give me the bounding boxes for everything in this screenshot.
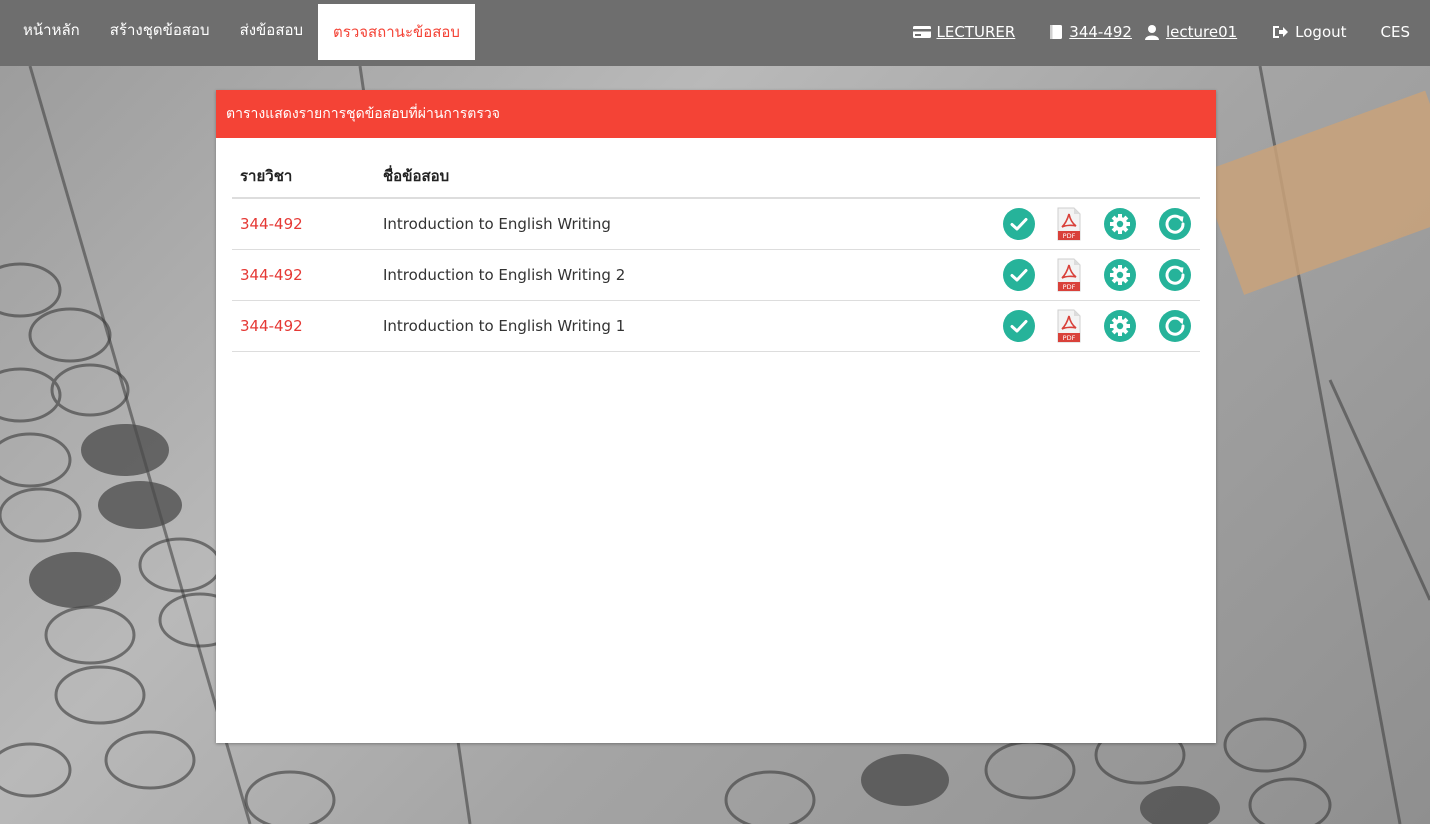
check-circle-icon[interactable]: [1002, 258, 1036, 292]
table-row: 344-492 Introduction to English Writing …: [232, 198, 1200, 250]
exam-name: Introduction to English Writing: [375, 198, 812, 250]
table-row: 344-492 Introduction to English Writing …: [232, 300, 1200, 352]
svg-text:PDF: PDF: [1063, 283, 1076, 291]
row-actions: PDF: [811, 198, 1200, 250]
course-code-link[interactable]: 344-492: [232, 300, 375, 352]
nav-item-create-exam-set[interactable]: สร้างชุดข้อสอบ: [95, 0, 225, 60]
exam-table: รายวิชา ชื่อข้อสอบ 344-492 Introduction …: [232, 154, 1200, 352]
user-icon: [1144, 24, 1160, 40]
svg-text:PDF: PDF: [1063, 334, 1076, 342]
username-label: lecture01: [1165, 23, 1238, 41]
column-header-actions: [811, 154, 1200, 199]
role-link[interactable]: LECTURER: [912, 23, 1016, 41]
pdf-icon[interactable]: PDF: [1056, 309, 1082, 343]
exam-list-card: ตารางแสดงรายการชุดข้อสอบที่ผ่านการตรวจ ร…: [216, 90, 1216, 743]
gear-icon[interactable]: [1103, 258, 1137, 292]
exam-name: Introduction to English Writing 2: [375, 249, 812, 301]
main-nav: หน้าหลัก สร้างชุดข้อสอบ ส่งข้อสอบ ตรวจสถ…: [8, 0, 475, 60]
logout-link[interactable]: Logout: [1271, 23, 1347, 41]
logout-label: Logout: [1295, 23, 1347, 41]
brand-link[interactable]: CES: [1381, 23, 1410, 41]
nav-item-home[interactable]: หน้าหลัก: [8, 0, 95, 60]
user-nav: LECTURER 344-492 lecture01 Logout CES: [879, 0, 1430, 64]
table-header-row: รายวิชา ชื่อข้อสอบ: [232, 154, 1200, 199]
course-code-link[interactable]: 344-492: [232, 249, 375, 301]
nav-item-submit-exam[interactable]: ส่งข้อสอบ: [225, 0, 318, 60]
user-link[interactable]: lecture01: [1144, 23, 1237, 41]
pdf-icon[interactable]: PDF: [1056, 207, 1082, 241]
role-label: LECTURER: [936, 23, 1016, 41]
check-circle-icon[interactable]: [1002, 207, 1036, 241]
refresh-icon[interactable]: [1158, 309, 1192, 343]
course-label: 344-492: [1069, 23, 1132, 41]
refresh-icon[interactable]: [1158, 207, 1192, 241]
nav-item-check-exam-status[interactable]: ตรวจสถานะข้อสอบ: [318, 4, 475, 60]
logout-icon: [1271, 24, 1289, 40]
gear-icon[interactable]: [1103, 309, 1137, 343]
book-icon: [1049, 24, 1063, 40]
top-navbar: หน้าหลัก สร้างชุดข้อสอบ ส่งข้อสอบ ตรวจสถ…: [0, 0, 1430, 66]
pdf-icon[interactable]: PDF: [1056, 258, 1082, 292]
row-actions: PDF: [811, 300, 1200, 352]
gear-icon[interactable]: [1103, 207, 1137, 241]
course-link[interactable]: 344-492: [1049, 23, 1132, 41]
column-header-exam-name: ชื่อข้อสอบ: [375, 154, 812, 199]
exam-name: Introduction to English Writing 1: [375, 300, 812, 352]
card-title: ตารางแสดงรายการชุดข้อสอบที่ผ่านการตรวจ: [216, 90, 1216, 138]
brand-label: CES: [1380, 23, 1410, 41]
credit-card-icon: [912, 25, 931, 39]
row-actions: PDF: [811, 249, 1200, 301]
column-header-course: รายวิชา: [232, 154, 375, 199]
check-circle-icon[interactable]: [1002, 309, 1036, 343]
refresh-icon[interactable]: [1158, 258, 1192, 292]
table-row: 344-492 Introduction to English Writing …: [232, 249, 1200, 301]
course-code-link[interactable]: 344-492: [232, 198, 375, 250]
svg-text:PDF: PDF: [1063, 232, 1076, 240]
